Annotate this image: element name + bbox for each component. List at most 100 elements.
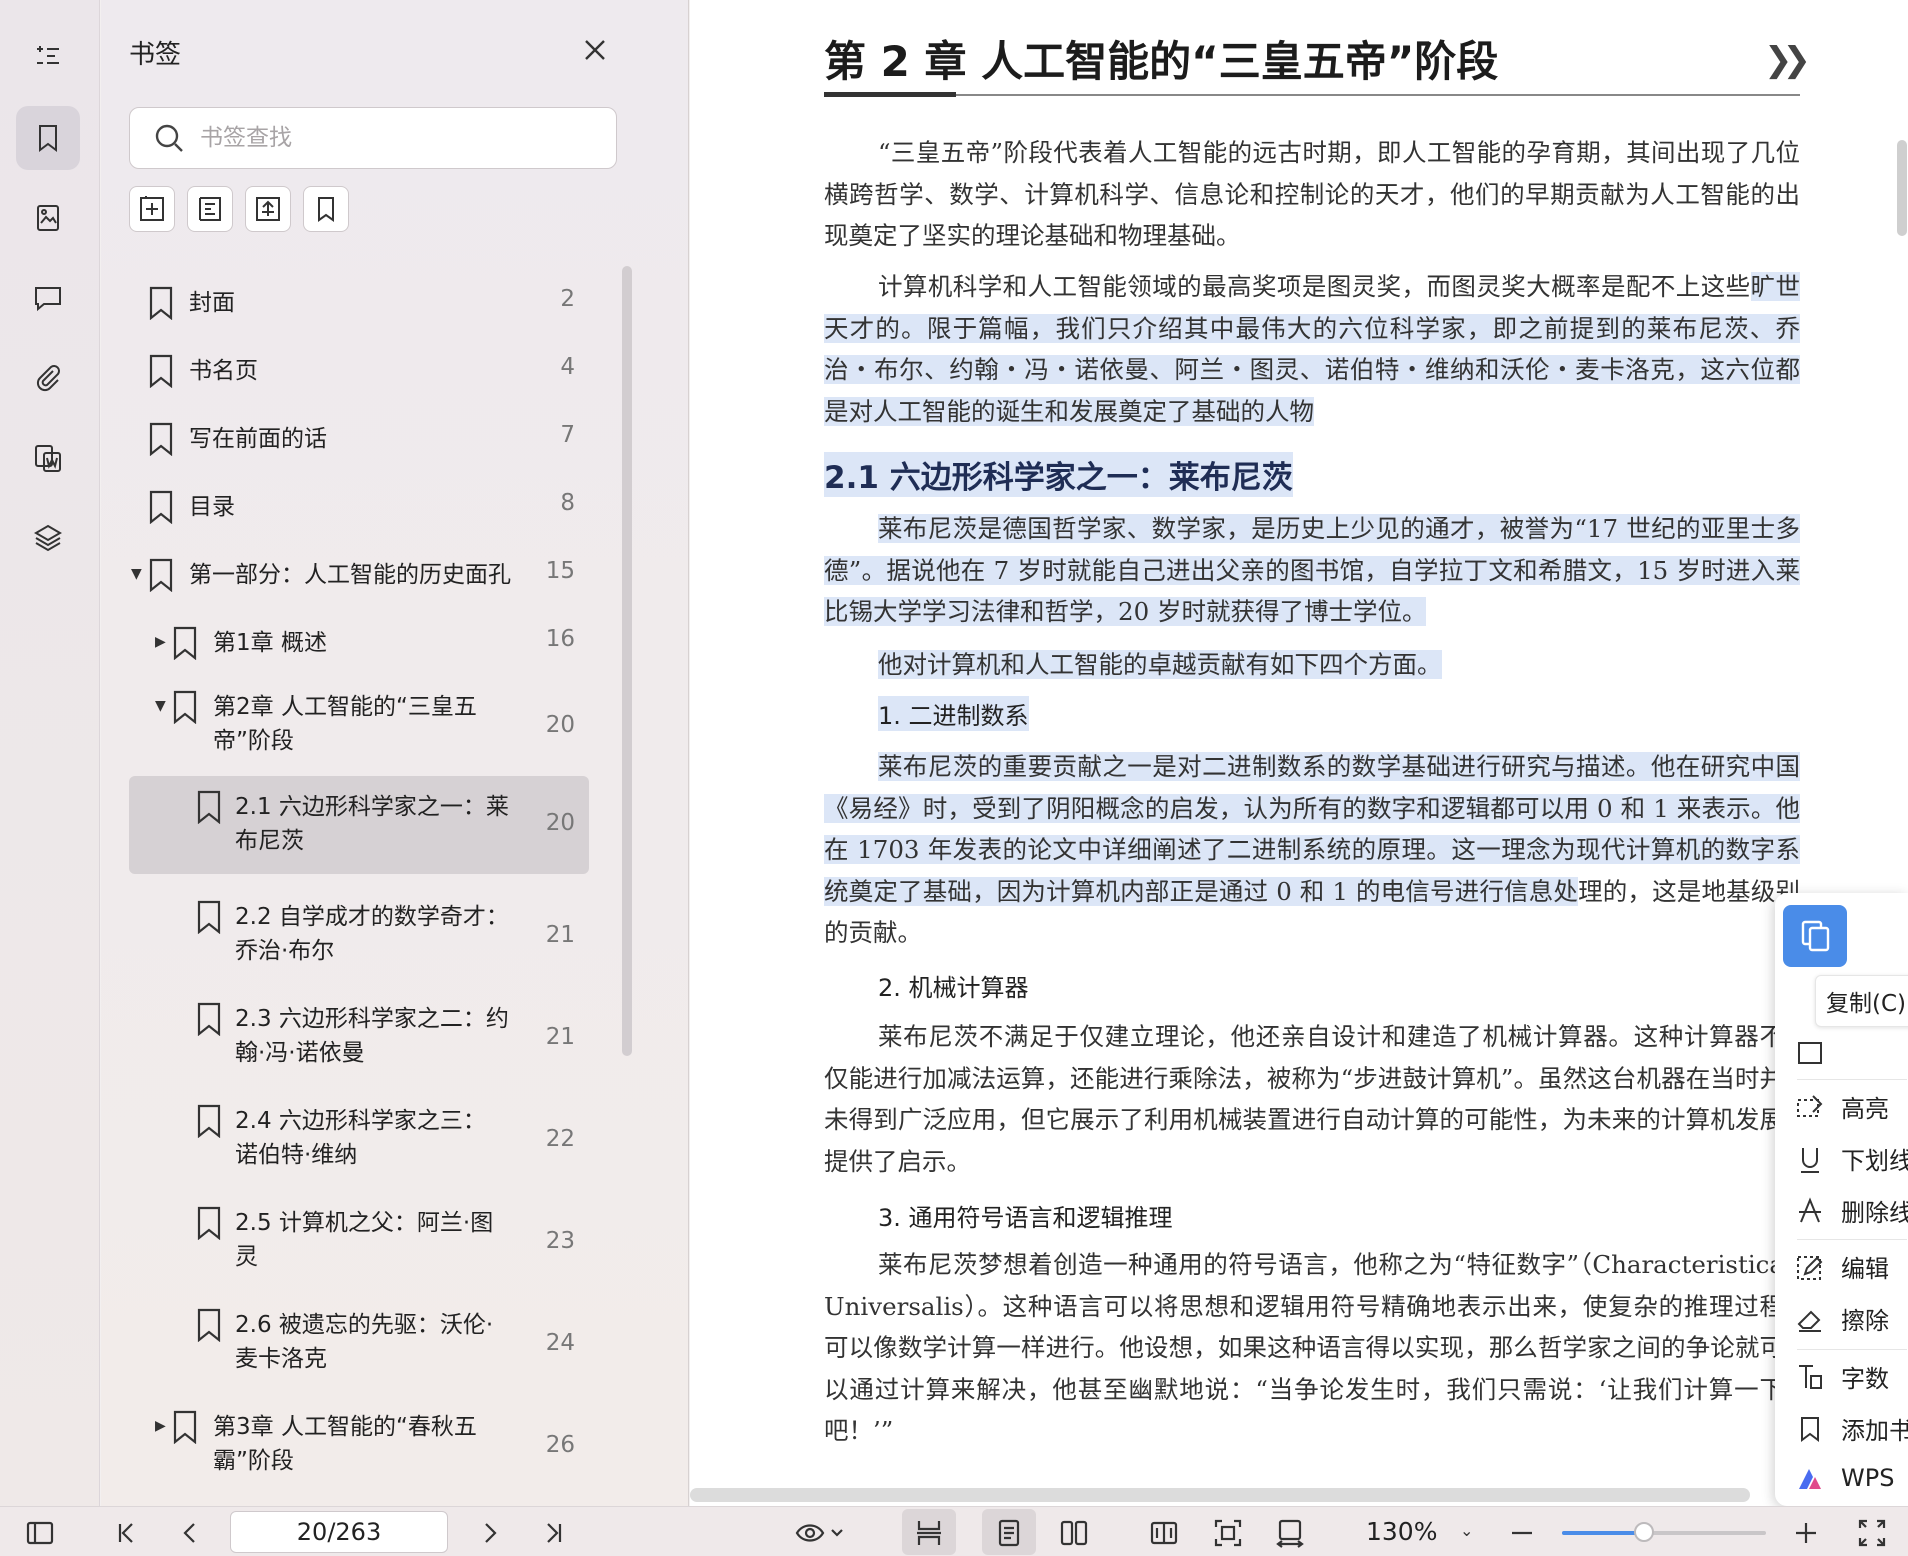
bookmark-label-line1: 第3章 人工智能的“春秋五 [213,1414,477,1440]
bookmark-item-preface[interactable]: 写在前面的话 7 [129,418,589,462]
bookmark-label: 第一部分：人工智能的历史面孔 [189,562,511,588]
bookmark-page: 16 [545,626,575,652]
collapse-caret-icon[interactable]: ▼ [155,698,166,714]
expand-all-button[interactable] [245,186,291,232]
bookmark-item-part1[interactable]: ▼ 第一部分：人工智能的历史面孔 15 [129,554,589,598]
bookmark-item-cover[interactable]: 封面 2 [129,282,589,326]
bookmark-item-ch3[interactable]: ▶ 第3章 人工智能的“春秋五 霸”阶段 26 [129,1406,589,1486]
bookmark-item-2-5[interactable]: 2.5 计算机之父：阿兰·图 灵 23 [129,1202,589,1282]
bookmark-search-input[interactable] [200,125,600,151]
bookmark-item-2-6[interactable]: 2.6 被遗忘的先驱：沃伦· 麦卡洛克 24 [129,1304,589,1384]
next-page-icon[interactable] [474,1517,506,1549]
bookmark-scrollbar[interactable] [622,266,632,1056]
bookmark-label-line2: 乔治·布尔 [235,938,335,964]
fit-width-icon[interactable] [1274,1517,1306,1549]
expand-caret-icon[interactable]: ▶ [155,634,166,650]
bookmark-item-2-1[interactable]: 2.1 六边形科学家之一：莱 布尼茨 20 [129,776,589,874]
add-bookmark-button[interactable] [129,186,175,232]
bookmark-item-ch2[interactable]: ▼ 第2章 人工智能的“三皇五 帝”阶段 20 [129,686,589,766]
continuous-scroll-icon[interactable] [913,1517,945,1549]
document-viewport[interactable]: 第 2 章 人工智能的“三皇五帝”阶段 ❯❯ “三皇五帝”阶段代表着人工智能的远… [690,0,1908,1506]
bookmark-label: 书名页 [189,358,258,384]
single-page-icon[interactable] [993,1517,1025,1549]
convert-word-icon[interactable] [16,426,80,490]
zoom-slider-handle[interactable] [1633,1522,1654,1542]
collapse-caret-icon[interactable]: ▼ [131,566,142,582]
fit-page-icon[interactable] [1212,1517,1244,1549]
highlight-menu-item[interactable]: 高亮 [1795,1089,1889,1124]
bookmark-panel-icon[interactable] [16,106,80,170]
paragraph-1: “三皇五帝”阶段代表着人工智能的远古时期，即人工智能的孕育期，其间出现了几位横跨… [824,138,1800,250]
erase-label: 擦除 [1841,1307,1889,1335]
bookmark-icon [195,900,223,935]
bookmark-label-line1: 第2章 人工智能的“三皇五 [213,694,477,720]
bookmark-item-ch1[interactable]: ▶ 第1章 概述 16 [129,622,589,666]
zoom-level[interactable]: 130% [1366,1517,1437,1546]
double-chevron-right-icon: ❯❯ [1764,40,1811,80]
edit-label: 编辑 [1841,1255,1889,1283]
chapter-title: 第 2 章 人工智能的“三皇五帝”阶段 [824,37,1499,86]
copy-tooltip: 复制(C) [1815,975,1908,1027]
attachment-icon[interactable] [16,346,80,410]
strikethrough-menu-item[interactable]: 删除线 [1795,1193,1908,1228]
zoom-in-icon[interactable] [1790,1517,1822,1549]
bottom-status-bar: 20/263 130% ⌄ [0,1506,1908,1556]
fullscreen-icon[interactable] [1856,1517,1888,1549]
word-count-menu-item[interactable]: 字数 [1795,1359,1889,1394]
layers-icon[interactable] [16,506,80,570]
bookmark-item-toc[interactable]: 目录 8 [129,486,589,530]
bookmark-label-line1: 2.2 自学成才的数学奇才： [235,904,509,930]
eye-protection-icon[interactable] [794,1517,846,1549]
add-bookmark-menu-item[interactable]: 添加书签 [1795,1411,1908,1446]
bookmark-toolbar [129,186,349,232]
menu-separator [1797,1349,1907,1350]
two-page-icon[interactable] [1058,1517,1090,1549]
collapse-all-button[interactable] [187,186,233,232]
sidebar-toggle-icon[interactable] [24,1517,56,1549]
page-number-input[interactable]: 20/263 [230,1511,448,1553]
strikethrough-label: 删除线 [1841,1199,1908,1227]
comment-icon[interactable] [16,266,80,330]
first-page-icon[interactable] [110,1517,142,1549]
underline-label: 下划线 [1841,1147,1908,1175]
wps-ai-menu-item[interactable]: WPS [1795,1463,1894,1493]
erase-menu-item[interactable]: 擦除 [1795,1301,1889,1336]
paragraph-5: 莱布尼茨的重要贡献之一是对二进制数系的数学基础进行研究与描述。他在研究中国《易经… [824,746,1800,954]
paragraph-2: 计算机科学和人工智能领域的最高奖项是图灵奖，而图灵奖大概率是配不上这些旷世天才的… [824,266,1801,432]
zoom-out-icon[interactable] [1506,1517,1538,1549]
bookmark-icon [195,1206,223,1241]
bookmark-label: 写在前面的话 [189,426,327,452]
bookmark-item-2-4[interactable]: 2.4 六边形科学家之三： 诺伯特·维纳 22 [129,1100,589,1180]
bookmark-icon [147,286,175,321]
edit-menu-item[interactable]: 编辑 [1795,1249,1889,1284]
zoom-dropdown-chevron-icon[interactable]: ⌄ [1460,1521,1473,1540]
menu-separator [1797,1079,1907,1080]
subheading-mechanical: 2. 机械计算器 [878,974,1029,1002]
subheading-symbolic: 3. 通用符号语言和逻辑推理 [878,1204,1173,1232]
bookmark-item-title-page[interactable]: 书名页 4 [129,350,589,394]
bookmark-item-2-2[interactable]: 2.2 自学成才的数学奇才： 乔治·布尔 21 [129,896,589,976]
document-horizontal-scrollbar[interactable] [690,1488,1790,1502]
thumbnail-icon[interactable] [16,186,80,250]
bookmark-icon [147,354,175,389]
previous-page-icon[interactable] [174,1517,206,1549]
close-icon[interactable] [579,34,611,66]
bookmark-page: 21 [545,1024,575,1050]
copy-button[interactable] [1783,905,1847,967]
underline-menu-item[interactable]: 下划线 [1795,1141,1908,1176]
last-page-icon[interactable] [538,1517,570,1549]
document-vertical-scrollbar[interactable] [1897,140,1907,236]
zoom-slider[interactable] [1562,1522,1766,1542]
zoom-slider-fill [1562,1531,1644,1535]
outline-toggle-icon[interactable] [16,24,80,88]
bookmark-search[interactable] [129,107,617,169]
expand-caret-icon[interactable]: ▶ [155,1418,166,1434]
book-mode-icon[interactable] [1148,1517,1180,1549]
bookmark-tool-button[interactable] [303,186,349,232]
bookmark-page: 15 [545,558,575,584]
wps-ai-label: WPS [1841,1464,1895,1492]
bookmark-item-2-3[interactable]: 2.3 六边形科学家之二：约 翰·冯·诺依曼 21 [129,998,589,1078]
highlight-icon [1797,1094,1823,1117]
horizontal-scroll-thumb[interactable] [690,1488,1750,1502]
add-bookmark-label: 添加书签 [1841,1417,1908,1445]
